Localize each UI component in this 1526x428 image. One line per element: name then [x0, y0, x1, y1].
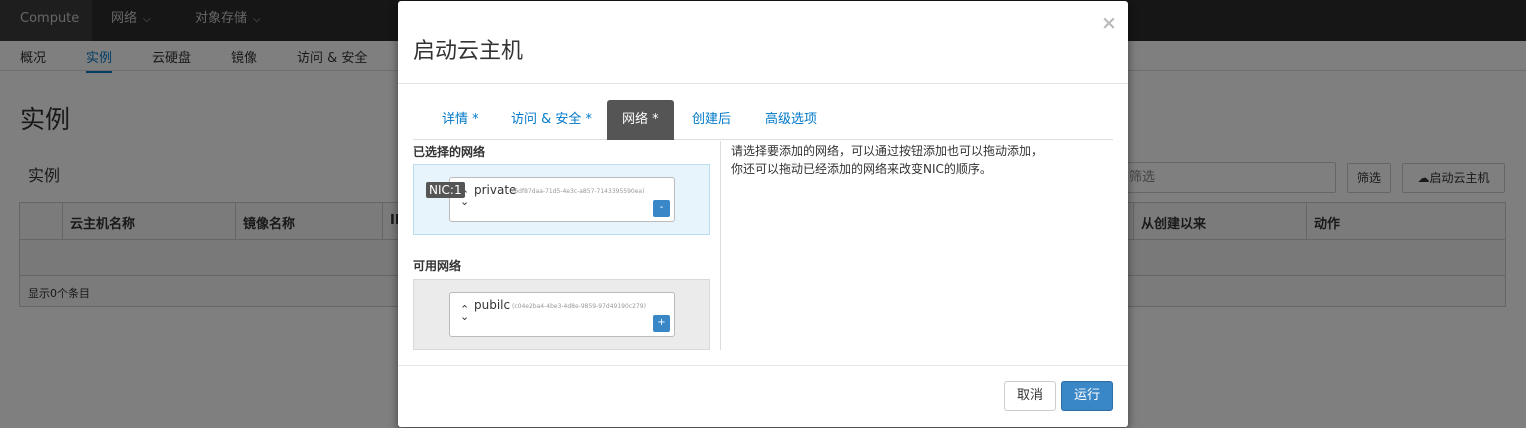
available-networks-dropzone[interactable]: ⌃ ⌄ pubilc (c04e2ba4-4be3-4d8e-9859-97d49… [413, 279, 710, 350]
divider [398, 83, 1128, 84]
network-id: (6df87daa-71d5-4e3c-a857-7143395590ea) [512, 188, 645, 195]
launch-instance-modal: × 启动云主机 详情 * 访问 & 安全 * 网络 * 创建后 高级选项 已选择… [398, 1, 1128, 427]
divider [398, 365, 1128, 366]
tab-networking[interactable]: 网络 * [607, 100, 674, 140]
column-divider [720, 141, 721, 350]
cancel-button[interactable]: 取消 [1004, 381, 1056, 411]
network-name: private [474, 183, 517, 197]
add-network-button[interactable]: + [653, 315, 670, 332]
close-icon[interactable]: × [1101, 12, 1117, 34]
nic-badge: NIC:1 [426, 182, 465, 198]
network-item-private[interactable]: ⌃ ⌄ private (6df87daa-71d5-4e3c-a857-7143… [449, 177, 675, 222]
network-item-pubilc[interactable]: ⌃ ⌄ pubilc (c04e2ba4-4be3-4d8e-9859-97d49… [449, 292, 675, 337]
network-name: pubilc [474, 298, 511, 312]
tab-advanced[interactable]: 高级选项 [765, 100, 817, 140]
network-id: (c04e2ba4-4be3-4d8e-9859-97d49190c279) [512, 303, 646, 310]
tab-access-security[interactable]: 访问 & 安全 * [511, 100, 592, 140]
run-button[interactable]: 运行 [1061, 381, 1113, 411]
selected-networks-label: 已选择的网络 [413, 145, 486, 159]
modal-title: 启动云主机 [413, 39, 524, 64]
modal-tabs: 详情 * 访问 & 安全 * 网络 * 创建后 高级选项 [413, 100, 1113, 140]
tab-post-creation[interactable]: 创建后 [692, 100, 731, 140]
help-text: 请选择要添加的网络，可以通过按钮添加也可以拖动添加，你还可以拖动已经添加的网络来… [731, 144, 1044, 176]
selected-networks-dropzone[interactable]: ⌃ ⌄ private (6df87daa-71d5-4e3c-a857-7143… [413, 164, 710, 235]
sort-handle-icon[interactable]: ⌃ ⌄ [460, 304, 469, 322]
tab-details[interactable]: 详情 * [442, 100, 479, 140]
remove-network-button[interactable]: - [653, 200, 670, 217]
available-networks-label: 可用网络 [413, 259, 462, 273]
